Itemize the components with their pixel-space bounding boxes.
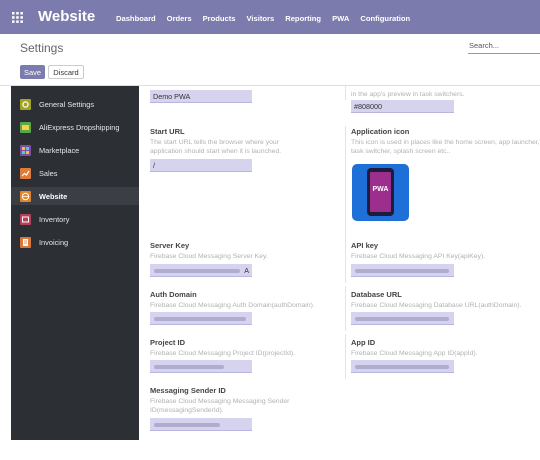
menu-products[interactable]: Products (203, 14, 236, 23)
api-key-input[interactable] (351, 264, 454, 277)
database-url-title: Database URL (351, 290, 402, 299)
sidebar-item-invoicing[interactable]: Invoicing (11, 233, 139, 251)
app-brand[interactable]: Website (38, 8, 95, 25)
column-divider (345, 126, 346, 246)
sidebar-item-general-settings[interactable]: General Settings (11, 95, 139, 113)
sales-icon (20, 168, 31, 179)
settings-sidebar: General Settings AliExpress Dropshipping… (11, 86, 139, 440)
menu-visitors[interactable]: Visitors (247, 14, 275, 23)
auth-domain-title: Auth Domain (150, 290, 197, 299)
auth-domain-input[interactable] (150, 312, 252, 325)
redacted-value (154, 269, 240, 273)
sidebar-item-sales[interactable]: Sales (11, 164, 139, 182)
marketplace-icon (20, 145, 31, 156)
inventory-icon (20, 214, 31, 225)
sidebar-item-aliexpress-dropshipping[interactable]: AliExpress Dropshipping (11, 118, 139, 136)
discard-button[interactable]: Discard (48, 65, 84, 79)
start-url-input[interactable]: / (150, 159, 252, 172)
menu-dashboard[interactable]: Dashboard (116, 14, 156, 23)
control-panel: Settings Search... Save Discard (0, 34, 540, 86)
redacted-value (355, 365, 449, 369)
phone-icon: PWA (367, 168, 394, 216)
sidebar-item-label: Sales (39, 169, 58, 178)
aliexpress-icon (20, 122, 31, 133)
menu-pwa[interactable]: PWA (332, 14, 349, 23)
application-icon-title: Application icon (351, 127, 410, 136)
sidebar-item-label: Invoicing (39, 238, 69, 247)
start-url-description: The start URL tells the browser where yo… (150, 139, 282, 155)
sidebar-item-label: General Settings (39, 100, 95, 109)
menu-reporting[interactable]: Reporting (285, 14, 321, 23)
redacted-value (355, 269, 449, 273)
phone-screen: PWA (370, 172, 391, 212)
api-key-title: API key (351, 241, 379, 250)
column-divider (345, 238, 346, 283)
auth-domain-description: Firebase Cloud Messaging Auth Domain(aut… (150, 302, 315, 309)
search-input[interactable]: Search... (468, 41, 540, 54)
server-key-description: Firebase Cloud Messaging Server Key. (150, 253, 268, 260)
messaging-sender-id-title: Messaging Sender ID (150, 386, 226, 395)
project-id-title: Project ID (150, 338, 186, 347)
sidebar-item-inventory[interactable]: Inventory (11, 210, 139, 228)
redacted-value (154, 365, 224, 369)
redacted-value (355, 317, 449, 321)
application-icon-description: This icon is used in places like the hom… (351, 139, 540, 155)
short-name-input[interactable]: Demo PWA (150, 90, 252, 103)
server-key-tail: A (244, 266, 249, 275)
menu-configuration[interactable]: Configuration (360, 14, 410, 23)
settings-content: Demo PWA in the app's preview in task sw… (139, 86, 540, 460)
messaging-sender-id-description: Firebase Cloud Messaging Messaging Sende… (150, 398, 290, 414)
app-id-title: App ID (351, 338, 376, 347)
app-id-description: Firebase Cloud Messaging App ID(appId). (351, 350, 478, 357)
app-id-input[interactable] (351, 360, 454, 373)
menu-orders[interactable]: Orders (167, 14, 192, 23)
sidebar-item-label: AliExpress Dropshipping (39, 123, 120, 132)
column-divider (345, 86, 346, 100)
theme-color-input[interactable]: #808000 (351, 100, 454, 113)
messaging-sender-id-input[interactable] (150, 418, 252, 431)
database-url-input[interactable] (351, 312, 454, 325)
database-url-description: Firebase Cloud Messaging Database URL(au… (351, 302, 522, 309)
gear-icon (20, 99, 31, 110)
start-url-title: Start URL (150, 127, 185, 136)
main-menu: Dashboard Orders Products Visitors Repor… (116, 14, 421, 23)
apps-grid-icon[interactable] (12, 12, 23, 23)
sidebar-item-label: Marketplace (39, 146, 80, 155)
top-navbar: Website Dashboard Orders Products Visito… (0, 0, 540, 34)
redacted-value (154, 423, 220, 427)
invoicing-icon (20, 237, 31, 248)
sidebar-item-website[interactable]: Website (11, 187, 139, 205)
column-divider (345, 286, 346, 331)
project-id-input[interactable] (150, 360, 252, 373)
project-id-description: Firebase Cloud Messaging Project ID(proj… (150, 350, 296, 357)
server-key-title: Server Key (150, 241, 190, 250)
api-key-description: Firebase Cloud Messaging API Key(apiKey)… (351, 253, 486, 260)
pwa-badge: PWA (372, 186, 389, 193)
sidebar-item-label: Website (39, 192, 68, 201)
sidebar-item-label: Inventory (39, 215, 70, 224)
theme-color-description: in the app's preview in task switchers. (351, 91, 465, 98)
server-key-input[interactable]: A (150, 264, 252, 277)
globe-icon (20, 191, 31, 202)
save-button[interactable]: Save (20, 65, 45, 79)
column-divider (345, 334, 346, 379)
page-title: Settings (20, 41, 64, 55)
redacted-value (154, 317, 246, 321)
sidebar-item-marketplace[interactable]: Marketplace (11, 141, 139, 159)
